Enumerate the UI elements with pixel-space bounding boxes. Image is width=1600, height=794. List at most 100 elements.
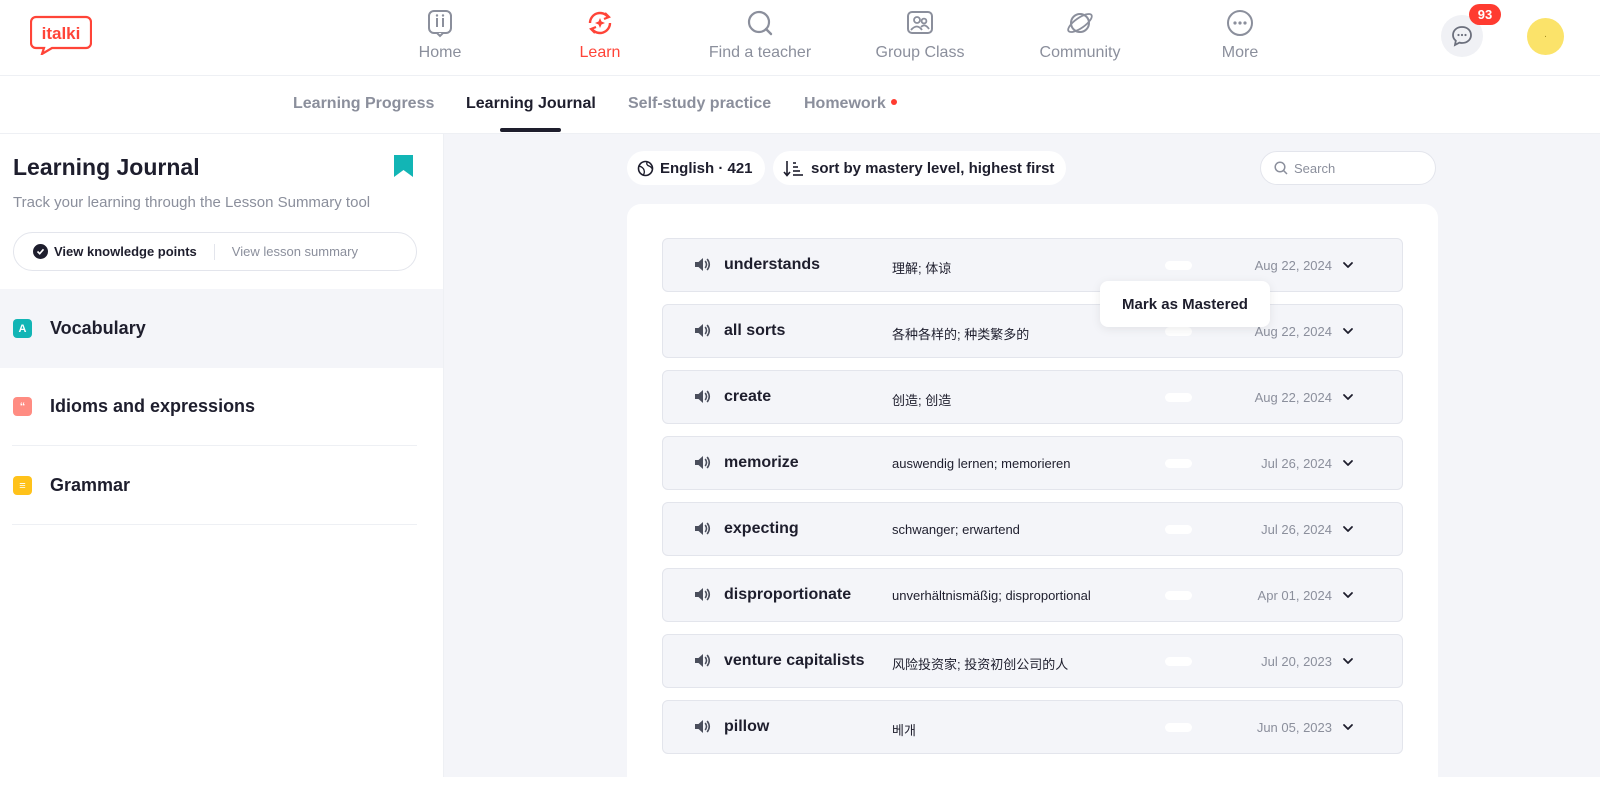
- vocab-entry-row[interactable]: expecting schwanger; erwartend Jul 26, 2…: [662, 502, 1403, 556]
- mastery-level-bar[interactable]: [1165, 393, 1192, 402]
- mastery-level-bar[interactable]: [1165, 459, 1192, 468]
- mark-as-mastered-tooltip[interactable]: Mark as Mastered: [1100, 281, 1270, 327]
- learn-subnav: Learning Progress Learning Journal Self-…: [0, 76, 1600, 134]
- nav-find-teacher-label: Find a teacher: [708, 44, 812, 61]
- divider: [12, 524, 417, 525]
- italki-logo[interactable]: italki: [29, 15, 93, 57]
- learn-icon: [588, 11, 612, 35]
- category-grammar[interactable]: ≡ Grammar: [0, 446, 443, 525]
- nav-home[interactable]: Home: [360, 0, 520, 76]
- speaker-icon[interactable]: [694, 455, 711, 475]
- vocab-word: disproportionate: [724, 586, 852, 603]
- user-avatar[interactable]: ·: [1527, 18, 1564, 55]
- sort-dropdown-label: sort by mastery level, highest first: [811, 159, 1055, 177]
- mastery-level-bar[interactable]: [1165, 657, 1192, 666]
- speaker-icon[interactable]: [694, 389, 711, 409]
- vocab-translation: schwanger; erwartend: [892, 522, 1020, 537]
- chevron-down-icon[interactable]: [1341, 720, 1355, 739]
- vocab-date: Aug 22, 2024: [1254, 258, 1332, 273]
- vocab-translation: unverhältnismäßig; disproportional: [892, 588, 1091, 603]
- vocab-translation: 各种各样的; 种类繁多的: [892, 327, 1030, 342]
- sort-icon: [783, 160, 803, 177]
- mastery-level-bar[interactable]: [1165, 525, 1192, 534]
- tab-learning-journal[interactable]: Learning Journal: [466, 95, 596, 113]
- top-navigation: italki Home Learn Find a teacher Group C…: [0, 0, 1600, 76]
- planet-icon: [1067, 13, 1093, 33]
- nav-group-class-label: Group Class: [875, 44, 965, 61]
- nav-learn-label: Learn: [579, 44, 621, 61]
- vocab-entry-row[interactable]: understands 理解; 体谅 Aug 22, 2024: [662, 238, 1403, 292]
- vocab-entry-row[interactable]: create 创造; 创造 Aug 22, 2024: [662, 370, 1403, 424]
- speaker-icon[interactable]: [694, 653, 711, 673]
- tab-learning-progress[interactable]: Learning Progress: [293, 95, 434, 113]
- search-icon: [1274, 161, 1288, 175]
- mastery-level-bar[interactable]: [1165, 327, 1192, 336]
- main-nav: Home Learn Find a teacher Group Class Co…: [360, 0, 1320, 76]
- vocab-entry-row[interactable]: disproportionate unverhältnismäßig; disp…: [662, 568, 1403, 622]
- search-icon: [747, 10, 773, 36]
- speaker-icon[interactable]: [694, 719, 711, 739]
- vocab-word: expecting: [724, 520, 799, 537]
- speaker-icon[interactable]: [694, 587, 711, 607]
- vocab-date: Aug 22, 2024: [1254, 390, 1332, 405]
- home-icon: [428, 10, 452, 38]
- notification-dot: [890, 99, 897, 105]
- view-toggle: View knowledge points View lesson summar…: [13, 232, 417, 271]
- vocab-date: Jul 20, 2023: [1261, 654, 1332, 669]
- view-lesson-summary-button[interactable]: View lesson summary: [232, 244, 358, 259]
- check-icon: [33, 244, 48, 259]
- page-title: Learning Journal: [13, 154, 200, 180]
- grammar-icon: ≡: [13, 476, 32, 495]
- mastery-level-bar[interactable]: [1165, 261, 1192, 270]
- vocab-date: Apr 01, 2024: [1257, 588, 1332, 603]
- category-vocabulary[interactable]: A Vocabulary: [0, 289, 443, 368]
- vocab-entry-row[interactable]: pillow 베개 Jun 05, 2023: [662, 700, 1403, 754]
- chevron-down-icon[interactable]: [1341, 588, 1355, 607]
- speaker-icon[interactable]: [694, 323, 711, 343]
- vocab-translation: 베개: [892, 723, 916, 738]
- svg-text:italki: italki: [42, 24, 81, 43]
- view-knowledge-points-button[interactable]: View knowledge points: [14, 244, 197, 259]
- tab-homework[interactable]: Homework: [804, 95, 897, 113]
- vocabulary-list: understands 理解; 体谅 Aug 22, 2024 all sort…: [627, 204, 1438, 794]
- nav-group-class[interactable]: Group Class: [840, 0, 1000, 76]
- chevron-down-icon[interactable]: [1341, 390, 1355, 409]
- chevron-down-icon[interactable]: [1341, 324, 1355, 343]
- nav-community[interactable]: Community: [1000, 0, 1160, 76]
- nav-community-label: Community: [1039, 44, 1121, 61]
- vocab-word: all sorts: [724, 322, 786, 339]
- vocab-word: create: [724, 388, 772, 405]
- vocab-word: pillow: [724, 718, 770, 735]
- chevron-down-icon[interactable]: [1341, 522, 1355, 541]
- language-filter[interactable]: English · 421: [627, 151, 765, 185]
- category-idioms[interactable]: “ Idioms and expressions: [0, 367, 443, 446]
- language-icon: [637, 160, 654, 176]
- bookmark-icon[interactable]: [394, 155, 413, 182]
- nav-learn[interactable]: Learn: [520, 0, 680, 76]
- vocab-entry-row[interactable]: all sorts 各种各样的; 种类繁多的 Aug 22, 2024: [662, 304, 1403, 358]
- chevron-down-icon[interactable]: [1341, 456, 1355, 475]
- vocab-translation: 风险投资家; 投资初创公司的人: [892, 657, 1069, 672]
- vocab-entry-row[interactable]: venture capitalists 风险投资家; 投资初创公司的人 Jul …: [662, 634, 1403, 688]
- chevron-down-icon[interactable]: [1341, 258, 1355, 277]
- journal-sidebar: Learning Journal Track your learning thr…: [0, 134, 444, 777]
- search-box[interactable]: [1260, 151, 1436, 185]
- nav-more[interactable]: More: [1160, 0, 1320, 76]
- chevron-down-icon[interactable]: [1341, 654, 1355, 673]
- speaker-icon[interactable]: [694, 257, 711, 277]
- search-input[interactable]: [1294, 160, 1424, 176]
- tab-self-study-practice[interactable]: Self-study practice: [628, 95, 771, 113]
- nav-home-label: Home: [418, 44, 462, 61]
- group-class-icon: [907, 11, 933, 34]
- sort-dropdown[interactable]: sort by mastery level, highest first: [773, 151, 1067, 185]
- vocab-translation: 理解; 体谅: [892, 261, 952, 276]
- language-filter-label: English · 421: [660, 159, 753, 177]
- mastery-level-bar[interactable]: [1165, 591, 1192, 600]
- nav-more-label: More: [1221, 44, 1259, 61]
- speaker-icon[interactable]: [694, 521, 711, 541]
- vocab-entry-row[interactable]: memorize auswendig lernen; memorieren Ju…: [662, 436, 1403, 490]
- vocabulary-icon: A: [13, 319, 32, 338]
- vocab-date: Jun 05, 2023: [1256, 720, 1332, 735]
- mastery-level-bar[interactable]: [1165, 723, 1192, 732]
- nav-find-teacher[interactable]: Find a teacher: [680, 0, 840, 76]
